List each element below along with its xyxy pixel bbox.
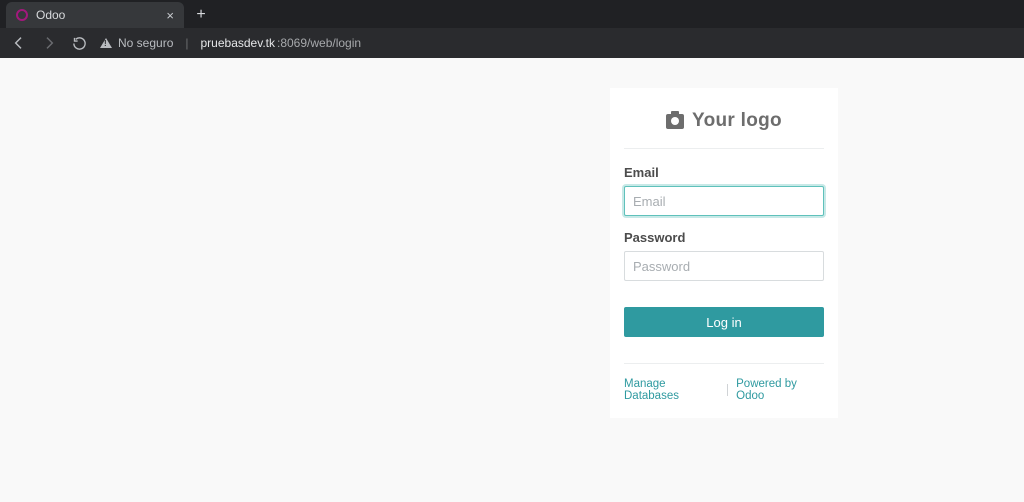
login-form: Email Password Log in — [624, 149, 824, 337]
url-separator: | — [185, 36, 188, 50]
nav-forward-icon[interactable] — [40, 34, 58, 52]
login-button[interactable]: Log in — [624, 307, 824, 337]
browser-toolbar: No seguro | pruebasdev.tk:8069/web/login — [0, 28, 1024, 58]
tab-close-icon[interactable]: × — [166, 8, 174, 23]
email-input[interactable] — [624, 186, 824, 216]
powered-by-link[interactable]: Powered by Odoo — [736, 378, 824, 402]
password-label: Password — [624, 230, 824, 245]
url-host: pruebasdev.tk — [201, 36, 276, 50]
logo-text: Your logo — [692, 110, 782, 132]
browser-chrome: Odoo × + No seguro | pruebasdev.tk:8069/… — [0, 0, 1024, 58]
login-card: Your logo Email Password Log in Manage D… — [610, 88, 838, 418]
tab-title: Odoo — [36, 8, 158, 22]
new-tab-button[interactable]: + — [188, 2, 214, 28]
address-bar[interactable]: pruebasdev.tk:8069/web/login — [201, 36, 362, 50]
footer-divider — [727, 384, 728, 396]
url-path: :8069/web/login — [277, 36, 361, 50]
browser-tab[interactable]: Odoo × — [6, 2, 184, 28]
warning-triangle-icon — [100, 38, 112, 48]
tab-strip: Odoo × + — [0, 0, 1024, 28]
login-footer: Manage Databases Powered by Odoo — [624, 363, 824, 402]
tab-favicon-icon — [16, 9, 28, 21]
email-label: Email — [624, 165, 824, 180]
security-label: No seguro — [118, 36, 173, 50]
security-indicator[interactable]: No seguro — [100, 36, 173, 50]
password-input[interactable] — [624, 251, 824, 281]
nav-reload-icon[interactable] — [70, 34, 88, 52]
manage-databases-link[interactable]: Manage Databases — [624, 378, 719, 402]
nav-back-icon[interactable] — [10, 34, 28, 52]
logo-row: Your logo — [624, 102, 824, 149]
page-body: Your logo Email Password Log in Manage D… — [0, 58, 1024, 502]
camera-icon — [666, 114, 684, 129]
